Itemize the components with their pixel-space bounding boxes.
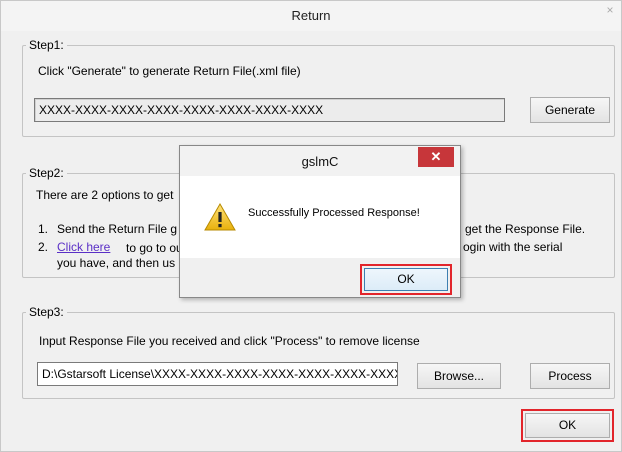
- browse-button[interactable]: Browse...: [417, 363, 501, 389]
- response-file-path-field[interactable]: D:\Gstarsoft License\XXXX-XXXX-XXXX-XXXX…: [37, 362, 398, 386]
- dialog-title-bar: gslmC ✕: [180, 146, 460, 176]
- step2-item2-line2: you have, and then us: [57, 256, 176, 270]
- step2-legend: Step2:: [29, 166, 64, 180]
- serial-field[interactable]: XXXX-XXXX-XXXX-XXXX-XXXX-XXXX-XXXX-XXXX: [34, 98, 505, 122]
- title-bar: Return ×: [1, 1, 621, 31]
- step2-item1-text: Send the Return File g: [57, 222, 178, 236]
- step1-group: Step1:: [22, 38, 615, 137]
- generate-button[interactable]: Generate: [530, 97, 610, 123]
- warning-icon: [204, 202, 236, 231]
- dialog-footer: OK: [180, 258, 460, 297]
- ok-button-highlight: [521, 409, 614, 442]
- step2-item2-tail: ogin with the serial: [463, 240, 563, 254]
- message-dialog: gslmC ✕ Successfully Processed Response!…: [179, 145, 461, 298]
- click-here-link[interactable]: Click here: [57, 240, 110, 254]
- step2-item2-text: to go to ou: [126, 241, 183, 255]
- close-icon[interactable]: ×: [599, 1, 621, 21]
- dialog-ok-highlight: [360, 264, 452, 295]
- dialog-close-icon[interactable]: ✕: [418, 147, 454, 167]
- step1-instruction: Click "Generate" to generate Return File…: [38, 64, 301, 78]
- step3-legend: Step3:: [29, 305, 64, 319]
- step3-instruction: Input Response File you received and cli…: [39, 334, 420, 348]
- dialog-body: Successfully Processed Response!: [180, 176, 460, 258]
- step2-intro: There are 2 options to get: [36, 188, 174, 202]
- window-title: Return: [291, 8, 331, 23]
- dialog-message: Successfully Processed Response!: [248, 207, 420, 219]
- step1-legend: Step1:: [29, 38, 64, 52]
- process-button[interactable]: Process: [530, 363, 610, 389]
- step2-item1-number: 1.: [38, 222, 49, 236]
- step2-item2-number: 2.: [38, 240, 49, 254]
- step2-item1-tail: get the Response File.: [465, 222, 586, 236]
